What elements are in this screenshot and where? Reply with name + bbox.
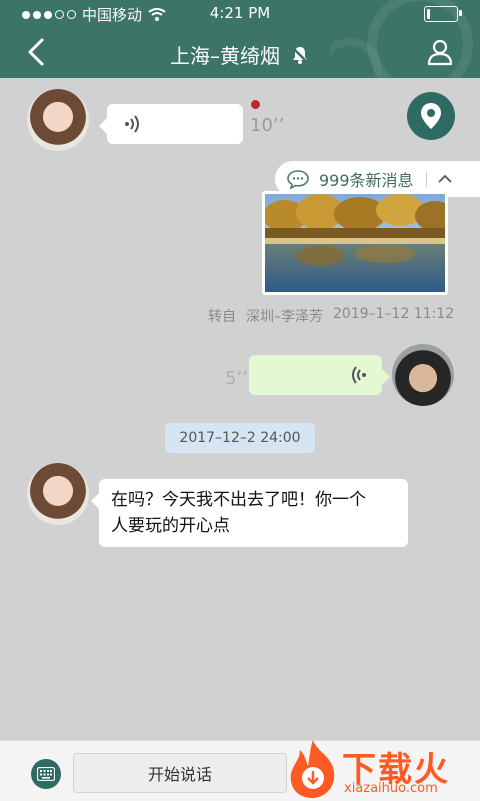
profile-button[interactable]: [426, 38, 454, 66]
voice-duration: 10’’: [250, 115, 285, 136]
chat-title: 上海–黄绮烟: [0, 40, 480, 69]
forward-prefix: 转自: [208, 309, 236, 325]
watermark: 下载火 xiazaihuo.com: [284, 738, 480, 800]
forward-caption: 转自 深圳–李泽芳 2019–1–12 11:12: [208, 306, 458, 326]
location-button[interactable]: [407, 92, 455, 140]
voice-wave-icon: [125, 115, 139, 133]
person-icon: [427, 39, 453, 66]
keyboard-icon: [37, 767, 55, 781]
voice-duration-outgoing: 5’’: [225, 368, 248, 389]
date-separator: 2017–12–2 24:00: [165, 423, 315, 453]
page-title: 上海–黄绮烟: [170, 44, 280, 68]
forward-timestamp: 2019–1–12 11:12: [333, 306, 455, 322]
forward-source[interactable]: 深圳–李泽芳: [246, 306, 323, 326]
watermark-subtitle: xiazaihuo.com: [344, 781, 438, 796]
landscape-photo: [265, 194, 445, 292]
contact-avatar[interactable]: [27, 89, 89, 151]
voice-message-bubble[interactable]: [99, 104, 243, 144]
bell-muted-icon: [292, 46, 308, 64]
text-message-bubble[interactable]: 在吗？今天我不出去了吧！你一个 人要玩的开心点: [91, 479, 408, 547]
contact-avatar[interactable]: [27, 463, 89, 525]
forwarded-photo[interactable]: [262, 191, 448, 295]
new-messages-label: 999条新消息: [319, 171, 414, 190]
unread-indicator: [251, 100, 260, 109]
status-bar: 中国移动 4:21 PM: [0, 0, 480, 26]
outgoing-voice-bubble[interactable]: [249, 355, 390, 395]
keyboard-toggle-button[interactable]: [31, 759, 61, 789]
map-pin-icon: [421, 103, 441, 129]
chevron-up-icon[interactable]: [437, 174, 453, 184]
battery-level: [427, 9, 431, 19]
chat-bubble-icon: [287, 170, 309, 189]
divider: [425, 171, 427, 187]
message-line-2: 人要玩的开心点: [111, 516, 230, 536]
my-avatar[interactable]: [392, 344, 454, 406]
clock: 4:21 PM: [209, 4, 271, 22]
flame-logo-icon: [290, 740, 335, 798]
autumn-trees-image: [265, 194, 445, 292]
push-to-talk-button[interactable]: 开始说话: [73, 753, 287, 793]
message-line-1: 在吗？今天我不出去了吧！你一个: [111, 490, 366, 510]
voice-wave-icon: [352, 366, 366, 384]
chat-header: 中国移动 4:21 PM 上海–黄绮烟: [0, 0, 480, 78]
battery-icon: [424, 6, 462, 22]
